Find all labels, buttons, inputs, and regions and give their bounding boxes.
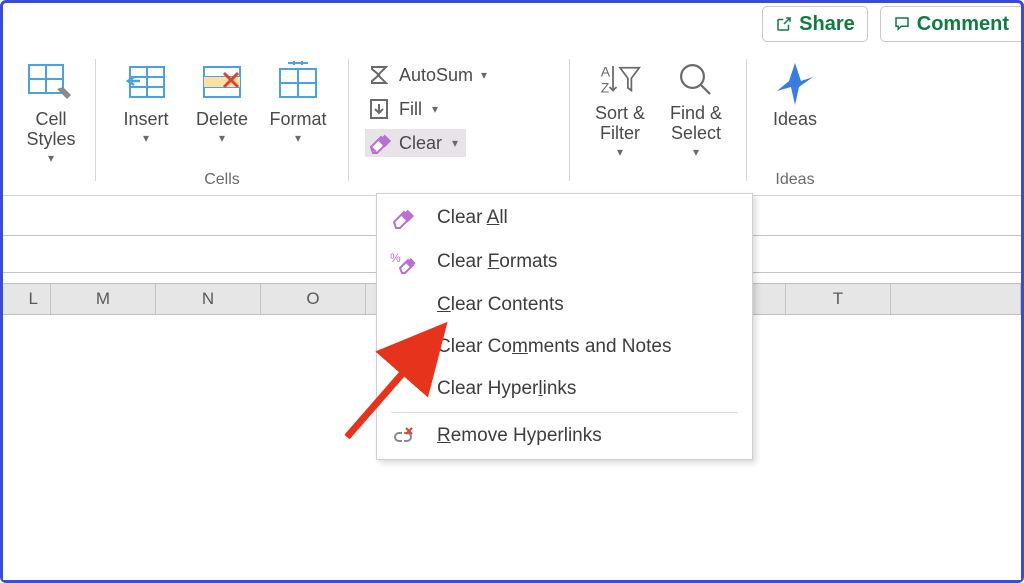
menu-item-label: Clear Contents [437,294,564,316]
menu-item-label: Clear Comments and Notes [437,336,671,358]
menu-item-label: Remove Hyperlinks [437,425,602,447]
menu-item-label: Clear Hyperlinks [437,378,576,400]
ideas-label: Ideas [773,109,817,129]
chevron-down-icon: ▾ [143,131,149,145]
sort-filter-button[interactable]: A Z Sort & Filter ▾ [586,57,654,161]
fill-label: Fill [399,99,422,120]
group-ideas: Ideas Ideas [747,51,843,191]
share-label: Share [799,13,855,36]
menu-item-clear-comments[interactable]: Clear Comments and Notes [377,326,752,368]
remove-hyperlinks-icon [391,425,415,447]
clear-button[interactable]: Clear ▾ [365,129,466,157]
group-editing: AutoSum ▾ Fill ▾ Clear ▾ [349,51,569,191]
chevron-down-icon: ▾ [693,145,699,159]
group-styles: Cell Styles ▾ [3,51,95,191]
delete-label: Delete [196,109,248,129]
cell-styles-label: Cell Styles [26,109,75,149]
insert-button[interactable]: Insert ▾ [112,57,180,147]
chevron-down-icon: ▾ [452,136,458,150]
menu-item-clear-formats[interactable]: % Clear Formats [377,240,752,284]
svg-text:%: % [390,251,401,265]
chevron-down-icon: ▾ [295,131,301,145]
format-button[interactable]: Format ▾ [264,57,332,147]
cell-styles-icon [27,59,75,107]
menu-item-clear-contents[interactable]: Clear Contents [377,284,752,326]
chevron-down-icon: ▾ [481,68,487,82]
sort-filter-icon: A Z [599,59,641,101]
sigma-icon [367,63,391,87]
eraser-icon [391,206,415,230]
delete-button[interactable]: Delete ▾ [188,57,256,147]
menu-item-clear-all[interactable]: Clear All [377,196,752,240]
fill-down-icon [367,97,391,121]
comments-label: Comment [917,13,1009,36]
column-header[interactable]: O [261,284,366,314]
group-cells-label: Cells [96,171,348,189]
ribbon: Cell Styles ▾ Insert ▾ [3,51,1021,196]
menu-item-label: Clear All [437,207,508,229]
fill-button[interactable]: Fill ▾ [365,95,446,123]
share-button[interactable]: Share [762,6,868,42]
find-select-label: Find & Select [670,103,722,143]
clear-menu: Clear All % Clear Formats Clear Contents… [376,193,753,460]
menu-item-remove-hyperlinks[interactable]: Remove Hyperlinks [377,415,752,457]
column-header[interactable] [891,284,1021,314]
find-select-icon [675,59,717,101]
group-ideas-label: Ideas [747,171,843,189]
group-cells: Insert ▾ Delete ▾ [96,51,348,191]
comment-icon [893,15,911,33]
share-icon [775,15,793,33]
comments-button[interactable]: Comment [880,6,1021,42]
menu-item-label: Clear Formats [437,251,557,273]
column-header[interactable]: M [51,284,156,314]
menu-separator [391,412,738,413]
ideas-button[interactable]: Ideas [761,57,829,131]
chevron-down-icon: ▾ [219,131,225,145]
group-sort-find: A Z Sort & Filter ▾ Find & Select ▾ [570,51,746,191]
cell-styles-button[interactable]: Cell Styles ▾ [17,57,85,167]
top-actions-bar: Share Comment [762,6,1021,42]
clear-formats-icon: % [390,250,416,274]
format-label: Format [269,109,326,129]
format-icon [274,59,322,107]
menu-item-clear-hyperlinks[interactable]: Clear Hyperlinks [377,368,752,410]
delete-icon [198,59,246,107]
chevron-down-icon: ▾ [617,145,623,159]
chevron-down-icon: ▾ [432,102,438,116]
autosum-label: AutoSum [399,65,473,86]
column-header[interactable]: N [156,284,261,314]
clear-label: Clear [399,133,442,154]
svg-text:A: A [601,64,611,80]
column-header[interactable]: L [3,284,51,314]
ideas-icon [771,59,819,107]
chevron-down-icon: ▾ [48,151,54,165]
sort-filter-label: Sort & Filter [595,103,645,143]
eraser-icon [367,131,391,155]
column-header[interactable]: T [786,284,891,314]
insert-icon [122,59,170,107]
find-select-button[interactable]: Find & Select ▾ [662,57,730,161]
svg-text:Z: Z [601,79,610,95]
autosum-button[interactable]: AutoSum ▾ [365,61,495,89]
insert-label: Insert [123,109,168,129]
